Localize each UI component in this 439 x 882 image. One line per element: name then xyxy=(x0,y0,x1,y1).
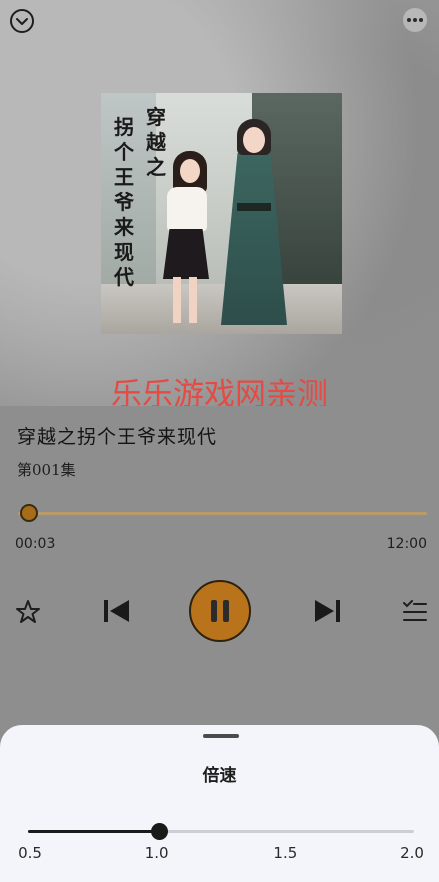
speed-option-2-0[interactable]: 2.0 xyxy=(400,844,424,862)
cover-title-col-1: 穿越之 xyxy=(146,105,166,179)
chevron-down-icon[interactable] xyxy=(10,9,34,33)
speed-slider-thumb[interactable] xyxy=(150,823,168,840)
sheet-title: 倍速 xyxy=(202,766,237,786)
speed-slider-track[interactable] xyxy=(28,830,414,833)
progress-track[interactable] xyxy=(18,512,427,515)
pause-icon xyxy=(211,600,217,622)
speed-option-1-0[interactable]: 1.0 xyxy=(145,844,169,862)
more-dots-icon[interactable] xyxy=(403,8,427,32)
total-time: 12:00 xyxy=(386,536,427,552)
sheet-drag-handle[interactable] xyxy=(203,734,239,738)
episode-label: 第001集 xyxy=(17,461,76,479)
speed-option-1-5[interactable]: 1.5 xyxy=(273,844,297,862)
current-time: 00:03 xyxy=(15,536,56,552)
skip-next-icon[interactable] xyxy=(314,598,342,624)
playlist-icon[interactable] xyxy=(402,600,428,624)
track-title: 穿越之拐个王爷来现代 xyxy=(17,426,218,448)
speed-option-0-5[interactable]: 0.5 xyxy=(18,844,42,862)
progress-thumb[interactable] xyxy=(19,504,38,522)
pause-button[interactable] xyxy=(189,580,251,642)
skip-previous-icon[interactable] xyxy=(102,598,130,624)
top-bar xyxy=(0,0,439,44)
album-cover: 穿越之 拐个王爷来现代 xyxy=(101,93,342,334)
speed-slider-fill xyxy=(28,830,157,833)
speed-bottom-sheet: 倍速 0.5 1.0 1.5 2.0 xyxy=(0,725,439,882)
cover-title-col-2: 拐个王爷来现代 xyxy=(114,115,134,289)
star-icon[interactable] xyxy=(15,599,41,625)
